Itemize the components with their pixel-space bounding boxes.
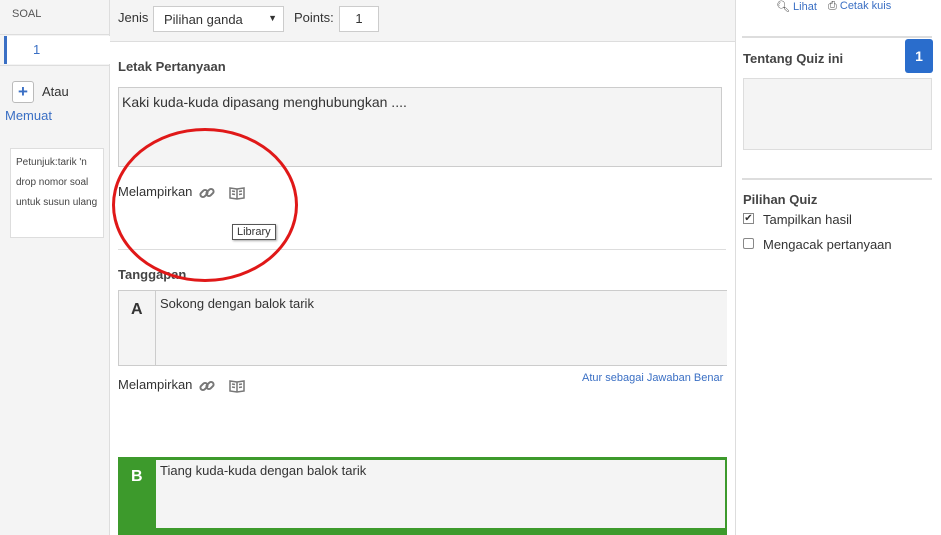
chevron-down-icon: ▼: [268, 13, 277, 23]
sidebar-header: SOAL: [12, 8, 42, 20]
question-text: Kaki kuda-kuda dipasang menghubungkan ..…: [122, 94, 407, 110]
answer-a-text: Sokong dengan balok tarik: [160, 296, 314, 311]
quiz-options-title: Pilihan Quiz: [743, 192, 818, 207]
divider: [742, 178, 932, 180]
question-number: 1: [33, 42, 41, 57]
library-icon[interactable]: [228, 377, 246, 400]
load-link[interactable]: Memuat: [5, 108, 52, 123]
answer-a-attach-label: Melampirkan: [118, 377, 193, 392]
print-link[interactable]: ⎙ Cetak kuis: [828, 0, 891, 13]
show-results-checkbox[interactable]: ✔: [743, 213, 754, 224]
divider: [742, 36, 932, 38]
divider: [0, 65, 109, 66]
divider: [735, 0, 736, 535]
answer-b-letter: B: [131, 468, 143, 485]
hint-text: Petunjuk:tarik 'n drop nomor soal untuk …: [16, 157, 98, 208]
search-icon: 🔍︎: [776, 1, 790, 13]
print-link-label: Cetak kuis: [839, 0, 892, 12]
points-label: Points:: [294, 10, 334, 25]
annotation-circle: [112, 128, 298, 282]
quiz-count-badge: 1: [905, 39, 933, 73]
answer-b-text: Tiang kuda-kuda dengan balok tarik: [160, 463, 367, 478]
type-label: Jenis: [118, 10, 149, 25]
view-link-label: Lihat: [793, 1, 817, 13]
shuffle-questions-label: Mengacak pertanyaan: [763, 237, 892, 252]
printer-icon: ⎙: [828, 0, 837, 12]
or-label: Atau: [42, 84, 69, 99]
shuffle-questions-checkbox[interactable]: [743, 238, 754, 249]
points-input[interactable]: 1: [339, 6, 379, 32]
question-section-label: Letak Pertanyaan: [118, 59, 226, 74]
answer-a-letter: A: [131, 301, 143, 318]
type-select-value: Pilihan ganda: [164, 12, 243, 27]
about-quiz-textarea[interactable]: [743, 78, 932, 150]
link-icon[interactable]: [198, 377, 216, 400]
divider: [0, 34, 109, 35]
add-question-button[interactable]: +: [12, 81, 34, 103]
sidebar-question-item[interactable]: 1: [4, 36, 111, 64]
set-correct-answer-link[interactable]: Atur sebagai Jawaban Benar: [582, 372, 723, 384]
about-quiz-title: Tentang Quiz ini: [743, 51, 844, 66]
view-link[interactable]: 🔍︎ Lihat: [776, 0, 817, 13]
type-select[interactable]: Pilihan ganda ▼: [153, 6, 284, 32]
show-results-label: Tampilkan hasil: [763, 212, 852, 227]
